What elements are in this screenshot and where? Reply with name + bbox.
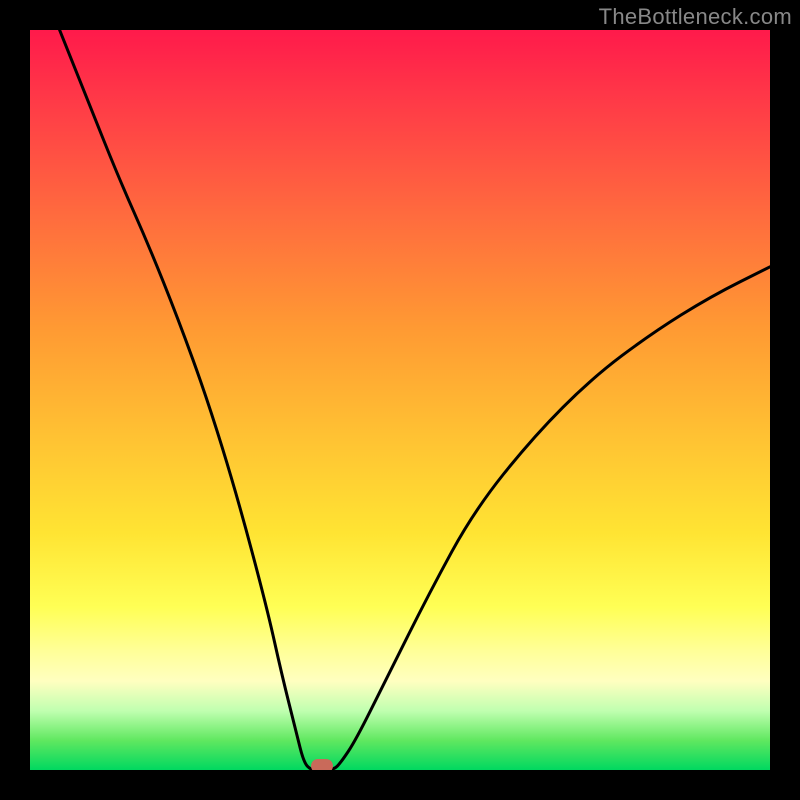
chart-frame: TheBottleneck.com <box>0 0 800 800</box>
optimal-point-marker <box>311 759 333 770</box>
plot-area <box>30 30 770 770</box>
watermark-text: TheBottleneck.com <box>599 4 792 30</box>
bottleneck-curve <box>30 30 770 770</box>
